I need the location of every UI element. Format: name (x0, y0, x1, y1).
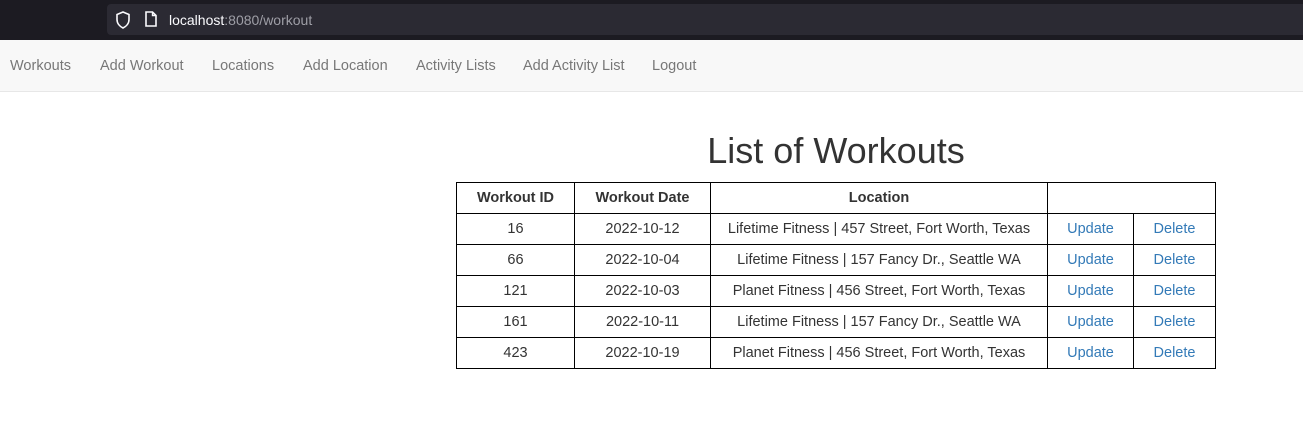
table-row: 16 2022-10-12 Lifetime Fitness | 457 Str… (456, 213, 1216, 245)
url-host: localhost (169, 12, 225, 28)
shield-icon[interactable] (115, 11, 131, 29)
navbar: Workouts Add Workout Locations Add Locat… (0, 40, 1303, 92)
workout-id-cell: 161 (456, 306, 575, 338)
header-workout-date: Workout Date (574, 182, 711, 214)
update-cell: Update (1047, 275, 1134, 307)
nav-item-workouts[interactable]: Workouts (10, 57, 71, 75)
update-link[interactable]: Update (1067, 345, 1114, 361)
update-cell: Update (1047, 213, 1134, 245)
update-cell: Update (1047, 306, 1134, 338)
workout-id-cell: 423 (456, 337, 575, 369)
delete-link[interactable]: Delete (1154, 221, 1196, 237)
update-link[interactable]: Update (1067, 314, 1114, 330)
delete-link[interactable]: Delete (1154, 314, 1196, 330)
nav-item-add-activity-list[interactable]: Add Activity List (523, 57, 625, 75)
location-cell: Lifetime Fitness | 457 Street, Fort Wort… (710, 213, 1048, 245)
nav-item-add-workout[interactable]: Add Workout (100, 57, 184, 75)
nav-item-add-location[interactable]: Add Location (303, 57, 388, 75)
location-cell: Lifetime Fitness | 157 Fancy Dr., Seattl… (710, 306, 1048, 338)
workout-date-cell: 2022-10-19 (574, 337, 711, 369)
workout-date-cell: 2022-10-04 (574, 244, 711, 276)
delete-cell: Delete (1133, 244, 1216, 276)
table-row: 423 2022-10-19 Planet Fitness | 456 Stre… (456, 337, 1216, 369)
table-row: 66 2022-10-04 Lifetime Fitness | 157 Fan… (456, 244, 1216, 276)
delete-link[interactable]: Delete (1154, 252, 1196, 268)
url-text[interactable]: localhost:8080/workout (169, 11, 312, 29)
delete-cell: Delete (1133, 213, 1216, 245)
workout-id-cell: 16 (456, 213, 575, 245)
header-location: Location (710, 182, 1048, 214)
update-cell: Update (1047, 244, 1134, 276)
nav-item-logout[interactable]: Logout (652, 57, 696, 75)
table-header-row: Workout ID Workout Date Location (456, 182, 1216, 214)
delete-cell: Delete (1133, 275, 1216, 307)
update-link[interactable]: Update (1067, 252, 1114, 268)
workout-date-cell: 2022-10-03 (574, 275, 711, 307)
update-link[interactable]: Update (1067, 221, 1114, 237)
delete-link[interactable]: Delete (1154, 283, 1196, 299)
workouts-table: Workout ID Workout Date Location 16 2022… (456, 182, 1216, 369)
page-title: List of Workouts (707, 130, 965, 171)
header-actions (1047, 182, 1216, 214)
header-workout-id: Workout ID (456, 182, 575, 214)
delete-cell: Delete (1133, 337, 1216, 369)
workout-date-cell: 2022-10-11 (574, 306, 711, 338)
table-row: 121 2022-10-03 Planet Fitness | 456 Stre… (456, 275, 1216, 307)
delete-cell: Delete (1133, 306, 1216, 338)
workout-id-cell: 121 (456, 275, 575, 307)
update-cell: Update (1047, 337, 1134, 369)
location-cell: Planet Fitness | 456 Street, Fort Worth,… (710, 275, 1048, 307)
page-icon (145, 11, 157, 27)
delete-link[interactable]: Delete (1154, 345, 1196, 361)
location-cell: Lifetime Fitness | 157 Fancy Dr., Seattl… (710, 244, 1048, 276)
table-row: 161 2022-10-11 Lifetime Fitness | 157 Fa… (456, 306, 1216, 338)
url-path: :8080/workout (224, 12, 313, 28)
browser-toolbar: localhost:8080/workout (0, 0, 1303, 40)
update-link[interactable]: Update (1067, 283, 1114, 299)
nav-item-locations[interactable]: Locations (212, 57, 274, 75)
workout-date-cell: 2022-10-12 (574, 213, 711, 245)
nav-item-activity-lists[interactable]: Activity Lists (416, 57, 496, 75)
workout-id-cell: 66 (456, 244, 575, 276)
location-cell: Planet Fitness | 456 Street, Fort Worth,… (710, 337, 1048, 369)
